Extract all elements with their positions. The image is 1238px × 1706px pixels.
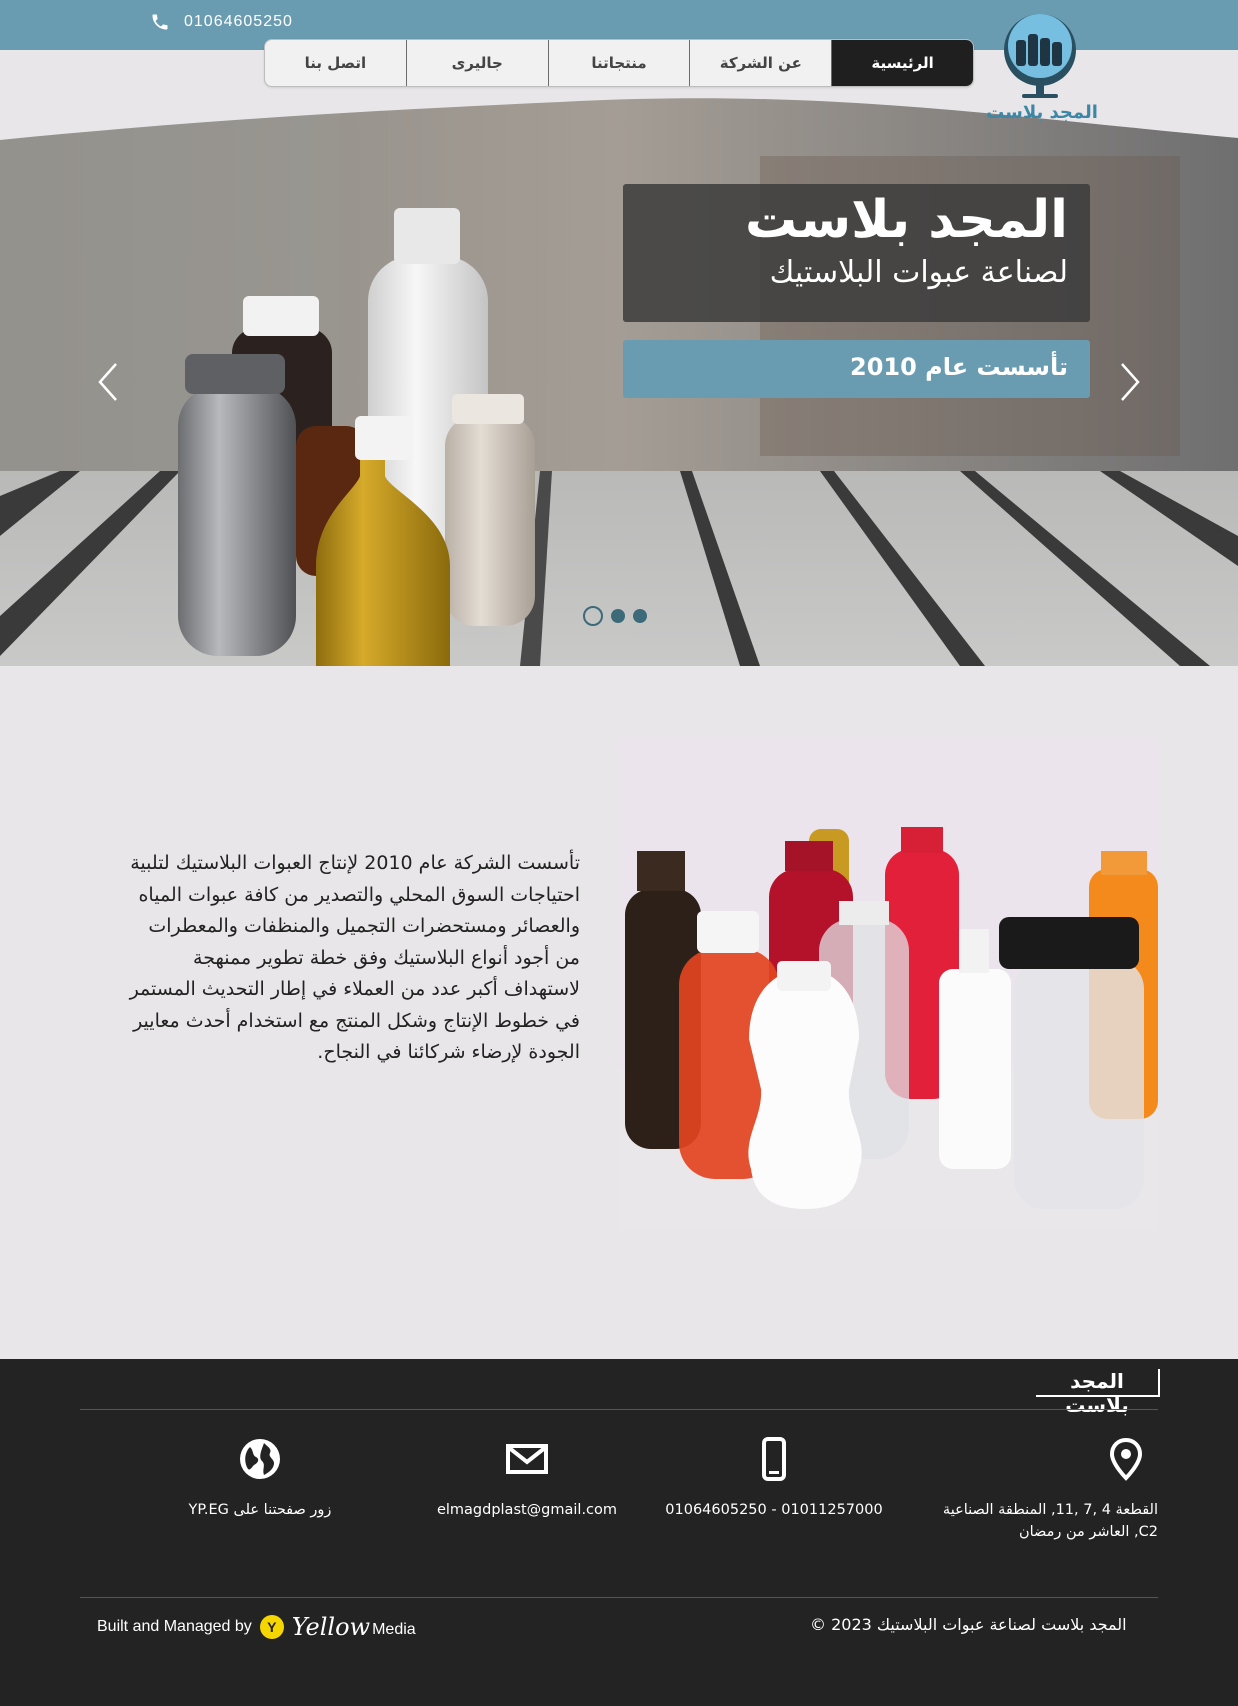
- main-nav: الرئيسية عن الشركة منتجاتنا جاليرى اتصل …: [264, 39, 974, 87]
- built-by-label: Built and Managed by: [97, 1618, 252, 1635]
- mobile-phone-icon: [762, 1437, 786, 1481]
- chevron-left-icon[interactable]: [94, 360, 124, 404]
- nav-item-gallery[interactable]: جاليرى: [405, 40, 548, 86]
- products-photo: [619, 739, 1158, 1230]
- globe-icon: [240, 1439, 280, 1479]
- footer-address-text: القطعة 4 ,7 ,11, المنطقة الصناعية C2, ال…: [942, 1502, 1158, 1540]
- header-phone[interactable]: 01064605250: [150, 12, 293, 32]
- built-by[interactable]: Built and Managed by Y Yellow Media: [97, 1613, 416, 1641]
- footer-logo[interactable]: المجد بلاست: [1036, 1369, 1160, 1417]
- globe-bottles-icon: [1004, 14, 1076, 98]
- footer-phones-text[interactable]: 01011257000 - 01064605250: [665, 1502, 882, 1518]
- slider-dot-3[interactable]: [633, 609, 647, 623]
- yellow-media-logo-icon: Y: [259, 1615, 284, 1639]
- brand-name: Yellow: [291, 1613, 371, 1641]
- nav-item-products[interactable]: منتجاتنا: [547, 40, 690, 86]
- footer-divider-bottom: [80, 1597, 1158, 1598]
- footer-website: زور صفحتنا على YP.EG: [160, 1437, 360, 1521]
- site-logo[interactable]: المجد بلاست: [982, 6, 1102, 130]
- footer-address: القطعة 4 ,7 ,11, المنطقة الصناعية C2, ال…: [926, 1437, 1158, 1543]
- hero-headline: المجد بلاست: [744, 190, 1068, 250]
- brand-suffix: Media: [372, 1621, 416, 1638]
- logo-text: المجد بلاست: [986, 102, 1098, 123]
- header-phone-number: 01064605250: [184, 13, 293, 30]
- chevron-right-icon[interactable]: [1114, 360, 1144, 404]
- about-paragraph: تأسست الشركة عام 2010 لإنتاج العبوات الب…: [129, 852, 580, 1063]
- hero-headline-box: المجد بلاست لصناعة عبوات البلاستيك: [623, 184, 1090, 322]
- nav-item-contact[interactable]: اتصل بنا: [265, 40, 406, 86]
- slider-dot-1[interactable]: [583, 606, 603, 626]
- hero-slider: المجد بلاست لصناعة عبوات البلاستيك تأسست…: [0, 96, 1238, 666]
- slider-dot-2[interactable]: [611, 609, 625, 623]
- hero-subline: لصناعة عبوات البلاستيك: [769, 255, 1068, 290]
- footer-divider-top: [80, 1409, 1158, 1410]
- nav-item-about[interactable]: عن الشركة: [689, 40, 831, 86]
- slider-dots: [583, 606, 647, 626]
- site-footer: المجد بلاست القطعة 4 ,7 ,11, المنطقة الص…: [0, 1359, 1238, 1706]
- footer-email-text[interactable]: elmagdplast@gmail.com: [437, 1502, 617, 1518]
- copyright: © المجد بلاست لصناعة عبوات البلاستيك 202…: [810, 1615, 1127, 1634]
- footer-email: elmagdplast@gmail.com: [426, 1437, 628, 1521]
- envelope-icon: [506, 1444, 548, 1474]
- footer-website-text[interactable]: زور صفحتنا على YP.EG: [189, 1502, 332, 1518]
- hero-founded-banner: تأسست عام 2010: [623, 340, 1090, 398]
- nav-item-home[interactable]: الرئيسية: [831, 40, 973, 86]
- footer-phones: 01011257000 - 01064605250: [664, 1437, 884, 1521]
- phone-icon: [152, 14, 168, 30]
- location-pin-icon: [1109, 1437, 1143, 1481]
